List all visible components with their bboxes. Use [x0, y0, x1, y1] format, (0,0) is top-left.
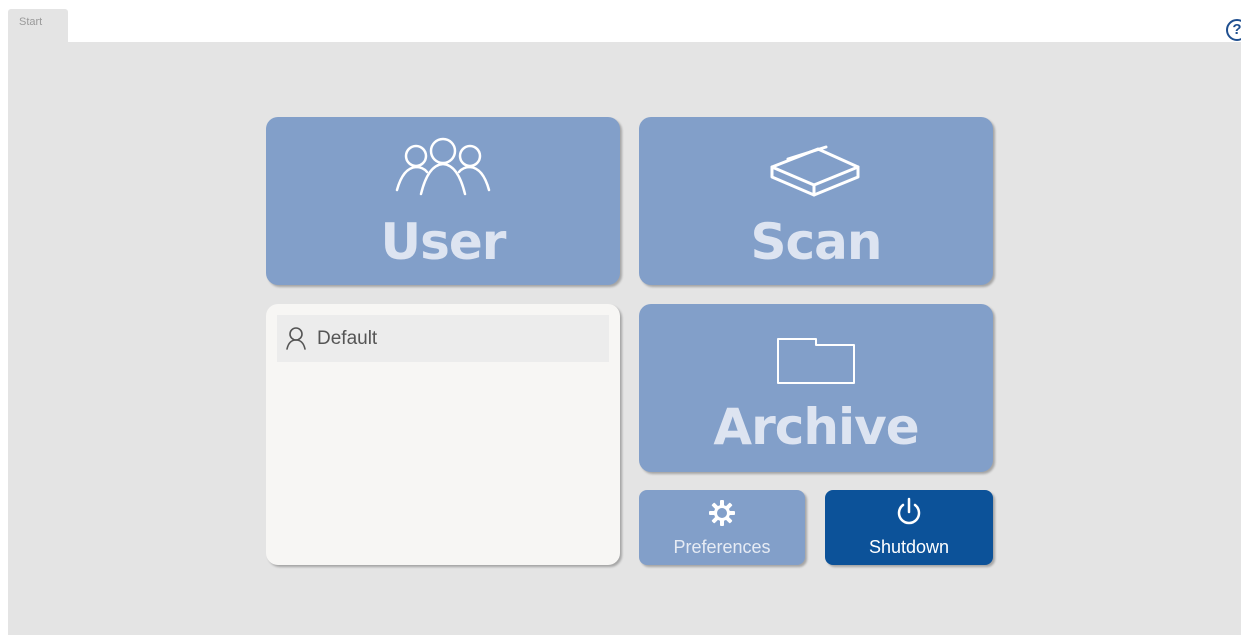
archive-button[interactable]: Archive — [639, 304, 993, 472]
list-item-default-user[interactable]: Default — [277, 315, 609, 362]
help-icon[interactable]: ? — [1226, 19, 1241, 41]
person-icon — [286, 327, 306, 350]
scan-button[interactable]: Scan — [639, 117, 993, 285]
users-icon — [395, 137, 491, 196]
scan-label: Scan — [750, 213, 883, 271]
user-button[interactable]: User — [266, 117, 620, 285]
folder-icon — [777, 338, 855, 384]
archive-label: Archive — [713, 398, 919, 456]
tab-bar: Start ? — [0, 0, 1241, 42]
tab-start[interactable]: Start — [8, 9, 68, 42]
shutdown-button[interactable]: Shutdown — [825, 490, 993, 565]
user-name: Default — [317, 328, 378, 349]
preferences-label: Preferences — [673, 537, 771, 557]
shutdown-label: Shutdown — [868, 537, 950, 557]
user-label: User — [380, 213, 507, 271]
user-list: Default — [266, 304, 620, 565]
gear-icon — [709, 500, 735, 526]
power-icon — [897, 497, 921, 525]
start-page: User Scan Default Archive Preferences Sh… — [8, 42, 1241, 635]
scanner-icon — [770, 145, 860, 197]
preferences-button[interactable]: Preferences — [639, 490, 805, 565]
